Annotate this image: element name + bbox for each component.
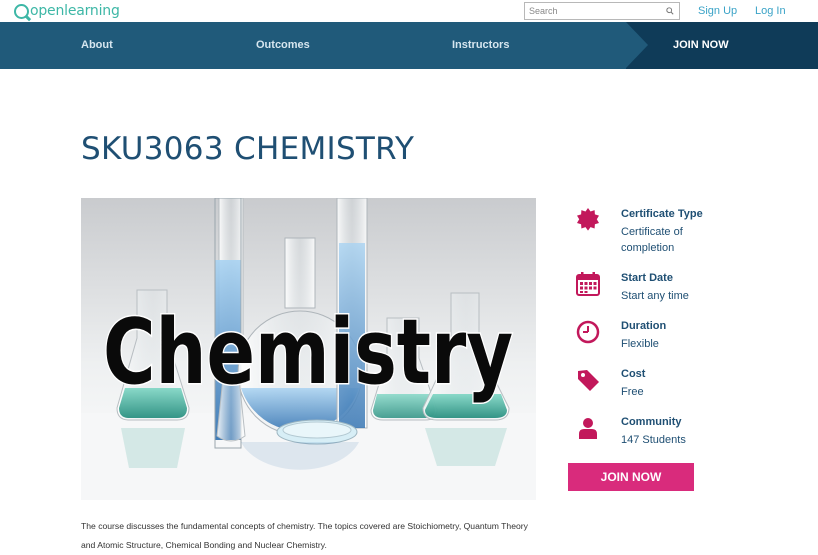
nav-join-now-label: JOIN NOW (673, 39, 729, 51)
logo-text: openlearning (30, 3, 120, 19)
join-now-button[interactable]: JOIN NOW (568, 463, 694, 491)
info-value: Free (621, 386, 644, 398)
info-label: Start Date (621, 272, 673, 284)
course-nav: About Outcomes Instructors JOIN NOW (0, 22, 818, 69)
info-value: 147 Students (621, 434, 686, 446)
top-bar: openlearning Sign Up Log In (0, 0, 818, 22)
info-value: Certificate of completion (621, 226, 683, 254)
image-caption-chemistry: Chemistry (103, 300, 513, 405)
search-icon[interactable] (666, 7, 674, 15)
info-label: Community (621, 416, 682, 428)
nav-join-now[interactable]: JOIN NOW (626, 22, 818, 69)
info-label: Certificate Type (621, 208, 703, 220)
course-description: The course discusses the fundamental con… (81, 521, 528, 550)
nav-outcomes[interactable]: Outcomes (256, 22, 310, 69)
openlearning-logo[interactable]: openlearning (14, 2, 120, 20)
info-value: Flexible (621, 338, 659, 350)
info-label: Duration (621, 320, 667, 332)
course-image: Chemistry (81, 198, 536, 500)
calendar-icon (576, 272, 600, 296)
nav-about[interactable]: About (81, 22, 113, 69)
info-value: Start any time (621, 290, 689, 302)
price-tag-icon (578, 370, 599, 391)
clock-icon (576, 320, 600, 344)
log-in-link[interactable]: Log In (755, 5, 786, 17)
person-icon (579, 418, 597, 439)
logo-mark-icon (14, 3, 29, 19)
sign-up-link[interactable]: Sign Up (698, 5, 737, 17)
search-box (524, 2, 680, 20)
search-input[interactable] (525, 4, 661, 18)
info-label: Cost (621, 368, 646, 380)
page-title: SKU3063 CHEMISTRY (81, 131, 415, 167)
certificate-icon (577, 208, 599, 231)
nav-instructors[interactable]: Instructors (452, 22, 509, 69)
